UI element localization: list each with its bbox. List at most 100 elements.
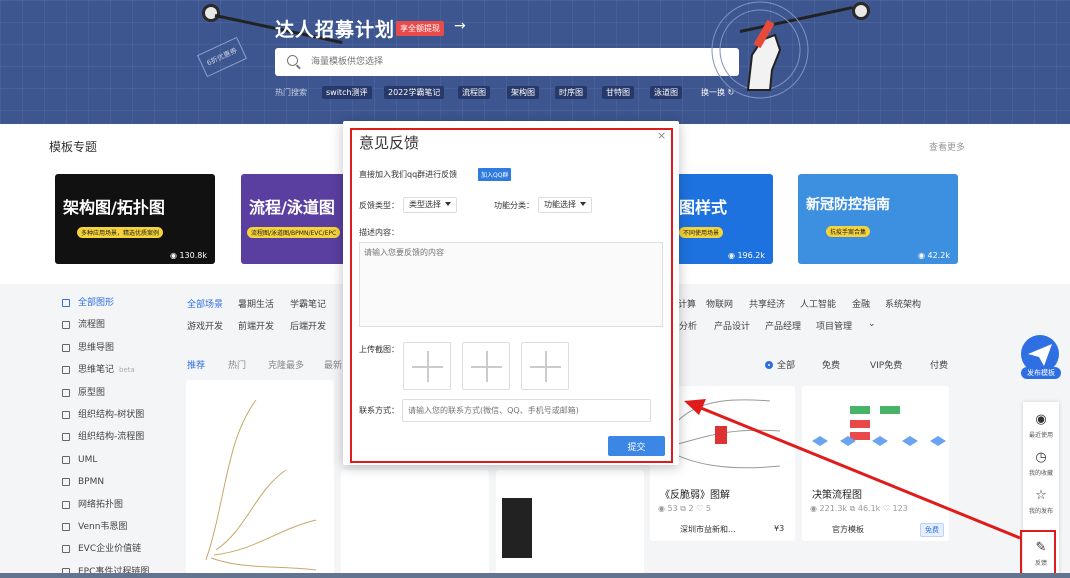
upload-label: 上传截图： — [359, 345, 399, 354]
hot-tag[interactable]: 2022学霸笔记 — [384, 86, 445, 99]
template-price: ¥3 — [774, 524, 785, 533]
hot-tag[interactable]: 架构图 — [507, 86, 539, 99]
join-qq-button[interactable]: 加入QQ群 — [478, 168, 512, 181]
category-iot[interactable]: 物联网 — [706, 297, 733, 310]
template-author: 深圳市益新和... — [680, 525, 736, 534]
note-icon — [62, 366, 70, 375]
contact-input[interactable] — [402, 399, 651, 422]
tab-recommended[interactable]: 推荐 — [187, 358, 205, 371]
book-cover — [502, 498, 532, 558]
upload-slot-2[interactable] — [462, 342, 510, 390]
org-tree-icon — [62, 410, 70, 419]
sidebar-item-evc[interactable]: EVC企业价值链 — [49, 538, 177, 560]
topic-card-architecture[interactable]: 架构图/拓扑图 多种应用场景，精选优质案例 ◉ 130.8k — [55, 174, 215, 264]
sidebar-item-mindmap[interactable]: 思维导图 — [49, 337, 177, 359]
sidebar-item-prototype[interactable]: 原型图 — [49, 382, 177, 404]
tab-most-cloned[interactable]: 克隆最多 — [268, 358, 304, 371]
hot-tag[interactable]: 时序图 — [555, 86, 587, 99]
sidebar-item-flowchart[interactable]: 流程图 — [49, 314, 177, 336]
chevron-down-icon[interactable]: ⌄ — [868, 319, 876, 329]
category-product-design[interactable]: 产品设计 — [714, 319, 750, 332]
topic-card-styles[interactable]: 图样式 不同使用场景 ◉ 196.2k — [677, 174, 773, 264]
feedback-highlight-box — [1020, 530, 1056, 578]
filter-free[interactable]: 免费 — [822, 358, 840, 371]
qq-text: 直接加入我们qq群进行反馈 — [359, 170, 458, 179]
tab-hot[interactable]: 热门 — [228, 358, 246, 371]
mindmap-icon — [62, 343, 70, 352]
hot-tag[interactable]: 甘特图 — [602, 86, 634, 99]
category-computing[interactable]: 计算 — [678, 297, 696, 310]
sidebar-item-uml[interactable]: UML — [49, 449, 177, 471]
sidebar-item-bpmn[interactable]: BPMN — [49, 471, 177, 493]
hot-tag[interactable]: 流程图 — [458, 86, 490, 99]
search-box — [275, 48, 739, 76]
card-title: 架构图/拓扑图 — [63, 198, 165, 217]
category-backend[interactable]: 后端开发 — [290, 319, 326, 332]
close-icon[interactable]: × — [657, 129, 666, 142]
my-published-button[interactable]: ☆ 我的发布 — [1023, 488, 1059, 515]
hero-badge: 享全额提现 — [396, 21, 444, 36]
filter-vip-free[interactable]: VIP免费 — [870, 358, 902, 371]
card-subtitle: 不同使用场景 — [679, 227, 724, 238]
prototype-icon — [62, 388, 70, 397]
sidebar-item-org-tree[interactable]: 组织结构-树状图 — [49, 404, 177, 426]
card-subtitle: 抗疫手案合集 — [826, 226, 871, 237]
submit-button[interactable]: 提交 — [608, 436, 665, 456]
category-finance[interactable]: 金融 — [852, 297, 870, 310]
function-category-select[interactable]: 功能选择 — [538, 197, 592, 213]
favorites-button[interactable]: ◷ 我的收藏 — [1023, 450, 1059, 477]
template-name: 决策流程图 — [812, 490, 862, 501]
filter-all[interactable]: 全部 — [765, 358, 795, 371]
filter-paid[interactable]: 付费 — [930, 358, 948, 371]
category-analysis[interactable]: 分析 — [679, 319, 697, 332]
category-game-dev[interactable]: 游戏开发 — [187, 319, 223, 332]
sidebar-item-network[interactable]: 网络拓扑图 — [49, 494, 177, 516]
search-input[interactable] — [311, 48, 711, 76]
template-thumbnail[interactable] — [496, 470, 644, 578]
see-more-link[interactable]: 查看更多 — [929, 140, 965, 153]
hero-banner: 6折优惠券 达人招募计划 享全额提现 → 热门搜索 switch测评 2022学… — [0, 0, 1070, 124]
category-system-arch[interactable]: 系统架构 — [885, 297, 921, 310]
category-frontend[interactable]: 前端开发 — [238, 319, 274, 332]
template-card-decision[interactable]: 决策流程图 ◉ 221.3k ⧉ 46.1k ♡ 123 官方模板 免费 — [802, 386, 949, 541]
category-study-notes[interactable]: 学霸笔记 — [290, 297, 326, 310]
card-subtitle: 流程图/泳道图/BPMN/EVC/EPC — [247, 227, 341, 238]
recent-button[interactable]: ◉ 最近使用 — [1023, 412, 1059, 439]
bpmn-icon — [62, 478, 70, 487]
publish-template-button[interactable]: 发布模板 — [1021, 367, 1061, 379]
tab-latest[interactable]: 最新 — [324, 358, 342, 371]
eye-icon: ◉ — [1035, 412, 1047, 427]
category-product-manager[interactable]: 产品经理 — [765, 319, 801, 332]
arrow-right-icon[interactable]: → — [454, 18, 466, 34]
category-all-scenes[interactable]: 全部场景 — [187, 297, 223, 310]
sidebar-item-venn[interactable]: Venn韦恩图 — [49, 516, 177, 538]
upload-slot-1[interactable] — [403, 342, 451, 390]
sidebar-item-org-flow[interactable]: 组织结构-流程图 — [49, 426, 177, 448]
hot-tag[interactable]: 泳道图 — [650, 86, 682, 99]
hero-title: 达人招募计划 — [275, 19, 396, 41]
topic-card-covid[interactable]: 新冠防控指南 抗疫手案合集 ◉ 42.2k — [798, 174, 958, 264]
category-project-mgmt[interactable]: 项目管理 — [816, 319, 852, 332]
card-views: ◉ 42.2k — [918, 251, 950, 260]
feedback-type-select[interactable]: 类型选择 — [403, 197, 457, 213]
category-ai[interactable]: 人工智能 — [800, 297, 836, 310]
card-title: 新冠防控指南 — [806, 197, 890, 213]
evc-icon — [62, 545, 70, 554]
hot-search-label: 热门搜索 — [275, 88, 307, 97]
feedback-type-label: 反馈类型： — [359, 201, 399, 210]
category-sharing[interactable]: 共享经济 — [749, 297, 785, 310]
flowchart-preview — [812, 406, 946, 446]
star-icon: ☆ — [1035, 488, 1047, 503]
sidebar-item-all[interactable]: 全部图形 — [49, 292, 177, 314]
upload-slot-3[interactable] — [521, 342, 569, 390]
sidebar-item-mindnote[interactable]: 思维笔记 beta — [49, 359, 177, 381]
hot-tag[interactable]: switch测评 — [322, 86, 372, 99]
org-flow-icon — [62, 433, 70, 442]
category-sidebar: 全部图形 流程图 思维导图 思维笔记 beta 原型图 组织结构-树状图 组织结构… — [49, 292, 177, 578]
topic-card-flowchart[interactable]: 流程/泳道图 流程图/泳道图/BPMN/EVC/EPC — [241, 174, 351, 264]
category-summer[interactable]: 暑期生活 — [238, 297, 274, 310]
description-textarea[interactable] — [359, 242, 663, 327]
template-stats: ◉ 221.3k ⧉ 46.1k ♡ 123 — [810, 504, 908, 513]
template-thumbnail[interactable] — [341, 470, 489, 578]
template-thumbnail[interactable] — [186, 380, 334, 578]
